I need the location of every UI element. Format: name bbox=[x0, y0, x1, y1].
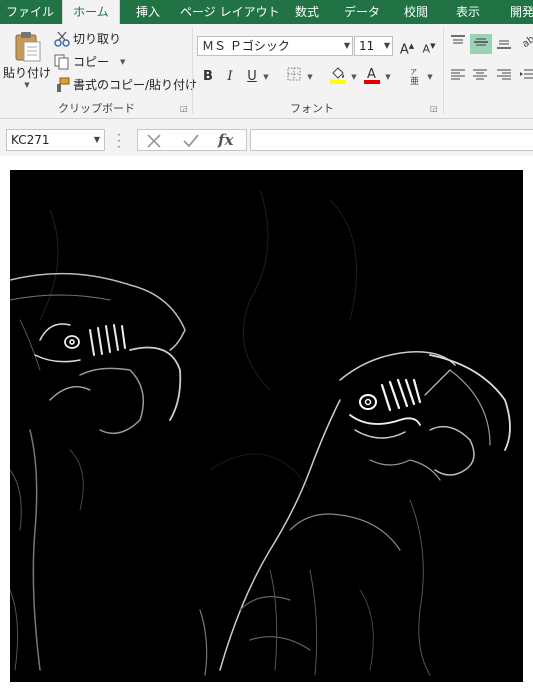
copy-label: コピー bbox=[73, 55, 110, 69]
format-painter-icon bbox=[57, 77, 70, 92]
ribbon: 貼り付け ▼ 切り取り コピー ▼ 書式のコピー/貼り付け クリップボード ◲ … bbox=[0, 24, 533, 119]
fill-color-swatch bbox=[330, 80, 346, 84]
phonetic-guide-button[interactable]: ア 亜 bbox=[405, 66, 425, 87]
font-color-button[interactable]: A bbox=[362, 65, 382, 85]
svg-text:ab: ab bbox=[520, 34, 533, 50]
cut-button[interactable]: 切り取り bbox=[54, 30, 121, 47]
tab-review[interactable]: 校閲 bbox=[396, 0, 436, 24]
chevron-down-icon[interactable]: ▼ bbox=[384, 67, 392, 87]
clipboard-icon bbox=[15, 32, 41, 62]
font-size-value: 11 bbox=[359, 39, 375, 53]
formula-bar-grip-icon[interactable]: · · · bbox=[117, 129, 121, 153]
format-painter-button[interactable]: 書式のコピー/貼り付け bbox=[54, 76, 197, 93]
bold-button[interactable]: B bbox=[198, 67, 218, 87]
font-name-combo[interactable]: ＭＳ Ｐゴシック ▼ bbox=[197, 36, 353, 56]
tab-view[interactable]: 表示 bbox=[448, 0, 488, 24]
cancel-icon[interactable] bbox=[146, 133, 162, 149]
tab-file[interactable]: ファイル bbox=[6, 0, 54, 24]
font-size-combo[interactable]: 11 ▼ bbox=[354, 36, 393, 56]
fill-color-button[interactable] bbox=[328, 65, 348, 85]
align-center-button[interactable] bbox=[470, 67, 490, 87]
svg-text:亜: 亜 bbox=[410, 76, 419, 86]
chevron-down-icon[interactable]: ▼ bbox=[344, 37, 350, 55]
decrease-font-size-button[interactable]: A▼ bbox=[419, 36, 439, 56]
paint-bucket-icon bbox=[330, 67, 346, 84]
orientation-icon: ab bbox=[520, 34, 533, 50]
tab-home[interactable]: ホーム bbox=[62, 0, 120, 25]
chevron-down-icon[interactable]: ▼ bbox=[94, 130, 100, 150]
check-icon[interactable] bbox=[182, 133, 200, 149]
underline-button[interactable]: U bbox=[242, 67, 262, 87]
chevron-down-icon[interactable]: ▼ bbox=[426, 67, 434, 87]
font-name-value: ＭＳ Ｐゴシック bbox=[202, 39, 290, 53]
align-bottom-button[interactable] bbox=[494, 34, 514, 54]
tab-page-layout[interactable]: ページ レイアウト bbox=[180, 0, 280, 24]
clipboard-group-label: クリップボード bbox=[58, 102, 135, 115]
tab-developer[interactable]: 開発 bbox=[502, 0, 533, 24]
tab-formulas[interactable]: 数式 bbox=[288, 0, 326, 24]
tab-data[interactable]: データ bbox=[338, 0, 386, 24]
increase-font-size-button[interactable]: A▲ bbox=[397, 36, 417, 57]
ribbon-tab-bar: ファイル ホーム 挿入 ページ レイアウト 数式 データ 校閲 表示 開発 bbox=[0, 0, 533, 25]
paste-button[interactable]: 貼り付け ▼ bbox=[3, 30, 52, 89]
borders-button[interactable] bbox=[284, 67, 304, 87]
chevron-down-icon[interactable]: ▼ bbox=[120, 58, 125, 66]
svg-text:ア: ア bbox=[410, 68, 417, 76]
align-middle-button[interactable] bbox=[470, 34, 492, 54]
align-right-icon bbox=[497, 69, 511, 80]
name-box-value: KC271 bbox=[11, 133, 50, 147]
format-painter-label: 書式のコピー/貼り付け bbox=[73, 78, 198, 92]
chevron-down-icon[interactable]: ▼ bbox=[350, 67, 358, 87]
phonetic-icon: ア 亜 bbox=[410, 68, 419, 87]
align-center-icon bbox=[473, 69, 487, 80]
align-top-button[interactable] bbox=[448, 34, 468, 54]
insert-function-button[interactable]: fx bbox=[218, 130, 233, 150]
align-left-button[interactable] bbox=[448, 67, 468, 87]
indent-icon bbox=[520, 69, 533, 79]
align-top-icon bbox=[451, 35, 465, 44]
chevron-down-icon[interactable]: ▼ bbox=[262, 67, 270, 87]
font-group-label: フォント bbox=[290, 102, 334, 115]
dialog-launcher-icon[interactable]: ◲ bbox=[180, 104, 188, 113]
indent-button[interactable] bbox=[520, 67, 533, 87]
svg-text:A: A bbox=[367, 67, 376, 82]
name-box[interactable]: KC271 ▼ bbox=[6, 129, 105, 151]
group-divider bbox=[192, 28, 193, 114]
italic-button[interactable]: I bbox=[220, 67, 240, 87]
borders-icon bbox=[287, 67, 301, 81]
copy-icon bbox=[54, 54, 69, 69]
formula-input[interactable] bbox=[250, 129, 533, 151]
align-left-icon bbox=[451, 69, 465, 80]
formula-buttons: fx bbox=[137, 129, 247, 151]
parrot-edges-drawing bbox=[10, 189, 511, 676]
paste-label: 貼り付け bbox=[3, 66, 52, 80]
align-middle-icon bbox=[474, 38, 488, 46]
scissors-icon bbox=[54, 31, 70, 47]
dialog-launcher-icon[interactable]: ◲ bbox=[430, 104, 438, 113]
group-divider bbox=[443, 28, 444, 114]
cut-label: 切り取り bbox=[73, 32, 122, 46]
font-color-icon: A bbox=[364, 67, 380, 84]
align-bottom-icon bbox=[497, 40, 511, 49]
tab-insert[interactable]: 挿入 bbox=[128, 0, 168, 24]
align-right-button[interactable] bbox=[494, 67, 514, 87]
chevron-down-icon[interactable]: ▼ bbox=[24, 81, 29, 89]
orientation-button[interactable]: ab bbox=[520, 34, 533, 54]
chevron-down-icon[interactable]: ▼ bbox=[384, 37, 390, 55]
chevron-down-icon[interactable]: ▼ bbox=[306, 67, 314, 87]
copy-button[interactable]: コピー ▼ bbox=[54, 53, 125, 70]
edge-detection-parrot-image[interactable] bbox=[10, 170, 523, 682]
